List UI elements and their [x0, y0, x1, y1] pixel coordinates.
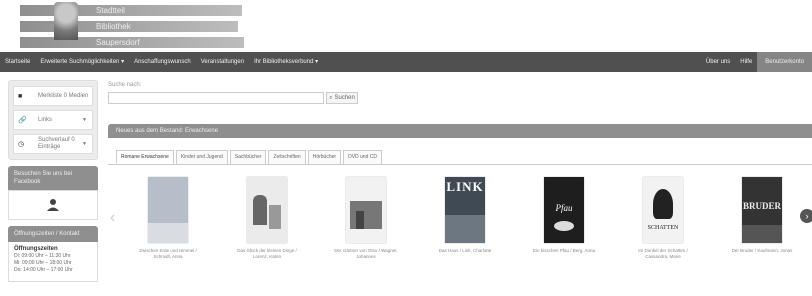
book-row: ‹ Zwischen Erde und Himmel / Schmidt, An… [108, 165, 812, 275]
book-cover: SCHATTEN [643, 177, 683, 243]
book-cover: BRUDER [742, 177, 782, 243]
book-cover [247, 177, 287, 243]
search-icon: ⌕ [329, 94, 333, 101]
book-item[interactable]: BRUDER Der Bruder / Kaufmann, Jonas [722, 177, 802, 254]
tab-sachbuecher[interactable]: Sachbücher [229, 150, 267, 164]
tab-hoerbuecher[interactable]: Hörbücher [307, 150, 342, 164]
book-item[interactable]: SCHATTEN Im Dunkel der Schatten / Cassan… [623, 177, 703, 260]
carousel-next-icon[interactable]: › [800, 209, 812, 223]
carousel-prev-icon[interactable]: ‹ [110, 209, 115, 227]
login-button[interactable]: Benutzerkonto [757, 52, 812, 72]
carousel-title: Neues aus dem Bestand: Erwachsene [108, 124, 812, 138]
links-dropdown[interactable]: 🔗 Links ▼ [13, 110, 93, 130]
tab-zeitschriften[interactable]: Zeitschriften [268, 150, 306, 164]
book-caption: Im Dunkel der Schatten / Cassandra, Mari… [638, 248, 688, 259]
nav-veranstaltungen[interactable]: Veranstaltungen [196, 52, 249, 72]
history-dropdown[interactable]: ◷ Suchverlauf 0 Einträge ▼ [13, 134, 93, 154]
hours-panel-header: Öffnungszeiten / Kontakt [8, 226, 98, 242]
book-caption: Der Gärtner von Otsu / Wagner, Johannes [334, 248, 398, 259]
book-item[interactable]: Pfau Ein bisschen Pfau / Berg, Anna [524, 177, 604, 254]
search-label: Suche nach: [108, 82, 142, 88]
tab-kinder[interactable]: Kinder und Jugend [175, 150, 228, 164]
search-button[interactable]: ⌕ Suchen [326, 92, 358, 104]
book-item[interactable]: Zwischen Erde und Himmel / Schmidt, Anna [128, 177, 208, 260]
chevron-down-icon: ▼ [82, 117, 87, 123]
tab-romane[interactable]: Romane Erwachsene [116, 150, 174, 164]
book-item[interactable]: Der Gärtner von Otsu / Wagner, Johannes [326, 177, 406, 260]
logo-photo [54, 2, 78, 40]
carousel-tabs: Romane Erwachsene Kinder und Jugend Sach… [108, 138, 812, 165]
book-caption: Der Bruder / Kaufmann, Jonas [731, 248, 793, 253]
clock-icon: ◷ [18, 141, 25, 148]
sidebar: ■ Merkliste 0 Medien 🔗 Links ▼ ◷ Suchver… [8, 80, 98, 282]
facebook-avatar-icon [47, 199, 59, 211]
nav-startseite[interactable]: Startseite [0, 52, 35, 72]
book-cover: Pfau [544, 177, 584, 243]
nav-anschaffungswunsch[interactable]: Anschaffungswunsch [129, 52, 196, 72]
hours-title: Öffnungszeiten [14, 246, 58, 252]
book-caption: Das Haus / Link, Charlotte [438, 248, 492, 253]
nav-about[interactable]: Über uns [701, 52, 735, 72]
hours-line: Do: 14:00 Uhr – 17:00 Uhr [14, 267, 73, 273]
logo-line-2: Bibliothek [20, 21, 238, 32]
hours-line: Mi: 09:00 Uhr – 18:00 Uhr [14, 260, 72, 266]
tab-dvd[interactable]: DVD und CD [343, 150, 382, 164]
user-tools-panel: ■ Merkliste 0 Medien 🔗 Links ▼ ◷ Suchver… [8, 80, 98, 160]
book-item[interactable]: Das Glück der kleinen Dinge / Lorenz, Ka… [227, 177, 307, 260]
book-cover [148, 177, 188, 243]
new-media-carousel: Neues aus dem Bestand: Erwachsene Romane… [108, 124, 812, 296]
hours-line: Di: 09:00 Uhr – 11:30 Uhr [14, 253, 71, 259]
library-logo[interactable]: Stadtteil Bibliothek Saupersdorf [0, 0, 260, 50]
link-icon: 🔗 [18, 117, 27, 124]
social-panel-body[interactable] [8, 190, 98, 220]
book-cover: LINK [445, 177, 485, 243]
book-caption: Das Glück der kleinen Dinge / Lorenz, Ka… [237, 248, 297, 259]
nav-help[interactable]: Hilfe [735, 52, 757, 72]
opening-hours: Öffnungszeiten Di: 09:00 Uhr – 11:30 Uhr… [8, 242, 98, 282]
nav-bibliotheksverbund[interactable]: Ihr Bibliotheksverbund ▾ [249, 52, 323, 72]
chevron-down-icon: ▼ [82, 141, 87, 147]
nav-erweiterte-suche[interactable]: Erweiterte Suchmöglichkeiten ▾ [35, 52, 129, 72]
book-cover [346, 177, 386, 243]
book-caption: Zwischen Erde und Himmel / Schmidt, Anna [139, 248, 197, 259]
social-panel-header: Besuchen Sie uns bei Facebook [8, 166, 98, 190]
search-input[interactable] [108, 92, 324, 104]
book-caption: Ein bisschen Pfau / Berg, Anna [532, 248, 596, 253]
merkliste-button[interactable]: ■ Merkliste 0 Medien [13, 86, 93, 106]
main-navbar: Startseite Erweiterte Suchmöglichkeiten … [0, 52, 812, 72]
book-item[interactable]: LINK Das Haus / Link, Charlotte [425, 177, 505, 254]
bookmark-icon: ■ [18, 92, 23, 100]
